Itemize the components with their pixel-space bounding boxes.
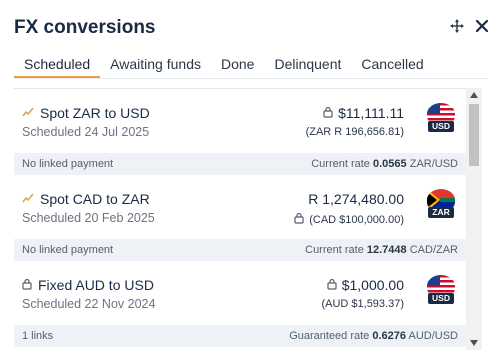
conversion-card[interactable]: Fixed AUD to USD Scheduled 22 Nov 2024 $… bbox=[14, 261, 466, 347]
tab-scheduled[interactable]: Scheduled bbox=[14, 54, 101, 78]
us-flag-icon: USD bbox=[426, 103, 456, 132]
source-amount-value: (CAD $100,000.00) bbox=[309, 213, 404, 226]
conversion-card-main[interactable]: Spot CAD to ZAR Scheduled 20 Feb 2025 R … bbox=[14, 175, 466, 239]
amount-value: $1,000.00 bbox=[341, 277, 404, 293]
conversion-card-footer: No linked payment Current rate 0.0565 ZA… bbox=[14, 153, 466, 175]
conversion-card-main[interactable]: Spot ZAR to USD Scheduled 24 Jul 2025 $1… bbox=[14, 89, 466, 153]
amount-value: R 1,274,480.00 bbox=[308, 191, 404, 207]
conversion-pair: Spot ZAR to USD bbox=[22, 105, 150, 121]
currency-code: USD bbox=[428, 293, 454, 304]
conversion-pair: Spot CAD to ZAR bbox=[22, 191, 150, 207]
rate-pair: ZAR/USD bbox=[409, 158, 458, 170]
rate-info: Guaranteed rate 0.6276 AUD/USD bbox=[289, 330, 458, 342]
lock-icon bbox=[22, 277, 32, 293]
tab-cancelled[interactable]: Cancelled bbox=[351, 54, 433, 78]
lock-icon bbox=[327, 277, 337, 293]
rate-pair: AUD/USD bbox=[408, 330, 458, 342]
scheduled-date: Scheduled 20 Feb 2025 bbox=[22, 211, 155, 225]
conversion-card-footer: 1 links Guaranteed rate 0.6276 AUD/USD bbox=[14, 325, 466, 347]
scroll-down-arrow-icon[interactable] bbox=[466, 336, 482, 350]
trend-icon bbox=[22, 105, 34, 121]
amount-value: $11,111.11 bbox=[338, 105, 404, 121]
za-flag-icon: ZAR bbox=[426, 189, 456, 218]
rate-info: Current rate 12.7448 CAD/ZAR bbox=[305, 244, 458, 256]
header-actions bbox=[450, 19, 488, 33]
close-icon[interactable] bbox=[476, 20, 488, 32]
rate-label: Current rate bbox=[305, 244, 364, 256]
tab-done[interactable]: Done bbox=[211, 54, 264, 78]
conversion-pair: Fixed AUD to USD bbox=[22, 277, 154, 293]
status-tabs: Scheduled Awaiting funds Done Delinquent… bbox=[14, 54, 488, 78]
us-flag-icon: USD bbox=[426, 275, 456, 304]
page-title: FX conversions bbox=[14, 17, 156, 38]
rate-label: Guaranteed rate bbox=[289, 330, 370, 342]
lock-icon bbox=[294, 212, 304, 227]
scheduled-date: Scheduled 24 Jul 2025 bbox=[22, 125, 150, 139]
conversion-card-main[interactable]: Fixed AUD to USD Scheduled 22 Nov 2024 $… bbox=[14, 261, 466, 325]
source-amount: (AUD $1,593.37) bbox=[321, 298, 404, 310]
conversion-amount: R 1,274,480.00 bbox=[308, 191, 404, 207]
scrollbar-thumb[interactable] bbox=[469, 104, 479, 166]
rate-pair: CAD/ZAR bbox=[409, 244, 458, 256]
source-amount: (ZAR R 196,656.81) bbox=[305, 126, 404, 138]
scroll-up-arrow-icon[interactable] bbox=[466, 88, 482, 102]
currency-code: ZAR bbox=[428, 207, 454, 218]
currency-code: USD bbox=[428, 121, 454, 132]
tabs-divider bbox=[14, 78, 488, 79]
tab-awaiting-funds[interactable]: Awaiting funds bbox=[100, 54, 211, 78]
rate-info: Current rate 0.0565 ZAR/USD bbox=[311, 158, 458, 170]
scheduled-date: Scheduled 22 Nov 2024 bbox=[22, 297, 156, 311]
vertical-scrollbar[interactable] bbox=[466, 88, 482, 350]
conversion-card[interactable]: Spot CAD to ZAR Scheduled 20 Feb 2025 R … bbox=[14, 175, 466, 261]
rate-value: 0.0565 bbox=[373, 158, 407, 170]
trend-icon bbox=[22, 191, 34, 207]
rate-value: 0.6276 bbox=[372, 330, 407, 342]
conversion-list: Spot ZAR to USD Scheduled 24 Jul 2025 $1… bbox=[14, 88, 466, 351]
rate-value: 12.7448 bbox=[366, 244, 407, 256]
conversion-card-footer: No linked payment Current rate 12.7448 C… bbox=[14, 239, 466, 261]
fx-conversions-panel: FX conversions Scheduled Awaiting funds … bbox=[0, 0, 502, 364]
linked-payment-status: No linked payment bbox=[22, 244, 114, 256]
move-icon[interactable] bbox=[450, 19, 464, 33]
conversion-pair-label: Fixed AUD to USD bbox=[38, 277, 154, 293]
conversion-card[interactable]: Spot ZAR to USD Scheduled 24 Jul 2025 $1… bbox=[14, 89, 466, 175]
linked-payment-status: 1 links bbox=[22, 330, 54, 342]
conversion-amount: $1,000.00 bbox=[327, 277, 404, 293]
linked-payment-status: No linked payment bbox=[22, 158, 114, 170]
conversion-amount: $11,111.11 bbox=[323, 105, 404, 121]
panel-header: FX conversions bbox=[14, 14, 488, 42]
conversion-pair-label: Spot ZAR to USD bbox=[40, 105, 150, 121]
conversion-pair-label: Spot CAD to ZAR bbox=[40, 191, 150, 207]
tab-delinquent[interactable]: Delinquent bbox=[264, 54, 351, 78]
lock-icon bbox=[323, 105, 333, 121]
rate-label: Current rate bbox=[311, 158, 370, 170]
source-amount: (CAD $100,000.00) bbox=[294, 212, 404, 227]
